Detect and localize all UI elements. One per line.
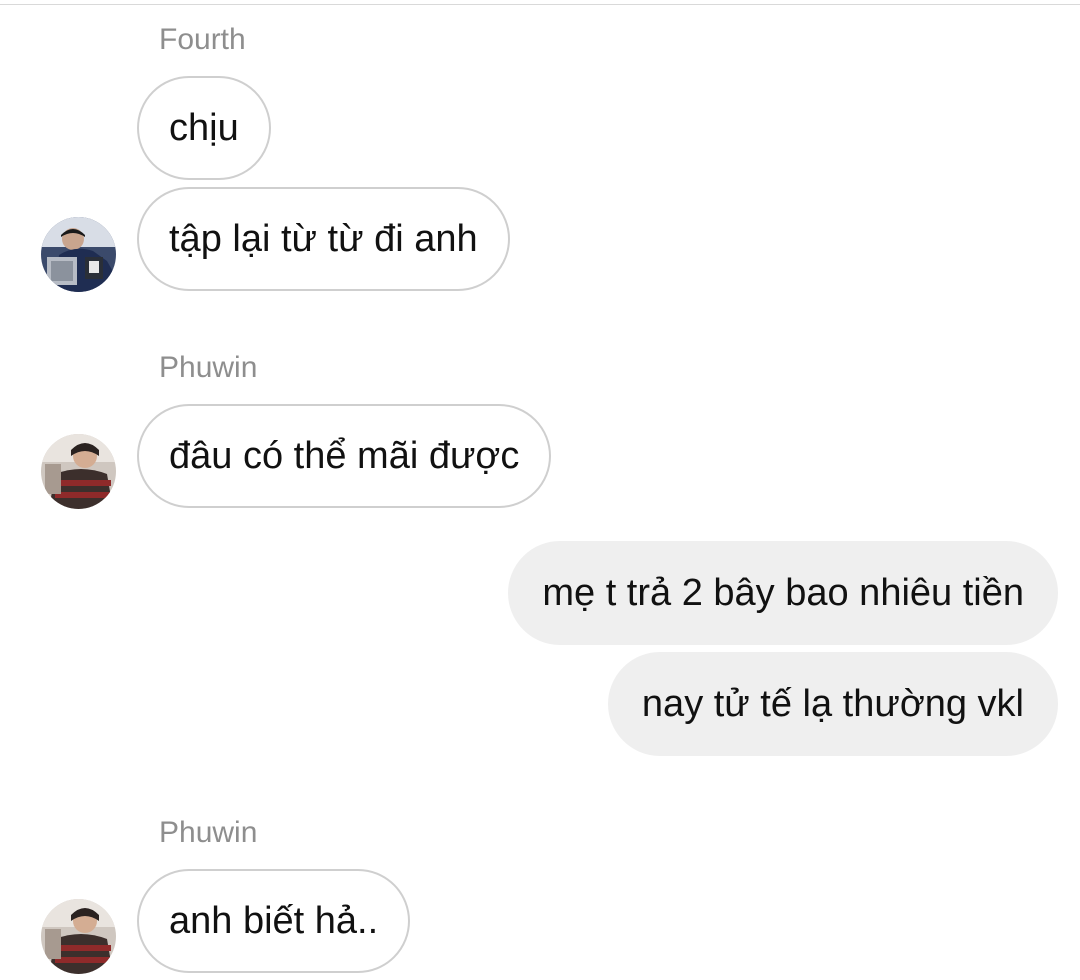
outgoing-message-bubble[interactable]: nay tử tế lạ thường vkl: [607, 652, 1058, 756]
message-bubble[interactable]: anh biết hả..: [137, 869, 411, 973]
sender-name-fourth: Fourth: [159, 23, 246, 56]
sender-name-phuwin: Phuwin: [159, 816, 258, 849]
outgoing-message-bubble[interactable]: mẹ t trả 2 bây bao nhiêu tiền: [508, 541, 1058, 645]
avatar-fourth[interactable]: [41, 217, 116, 292]
profile-photo-fourth: [41, 217, 116, 292]
top-divider: [0, 4, 1080, 5]
message-bubble[interactable]: tập lại từ từ đi anh: [137, 187, 510, 291]
avatar-phuwin[interactable]: [41, 434, 116, 509]
profile-photo-phuwin: [41, 434, 116, 509]
sender-name-phuwin: Phuwin: [159, 351, 258, 384]
avatar-phuwin[interactable]: [41, 899, 116, 974]
message-bubble[interactable]: chịu: [137, 76, 271, 180]
message-bubble[interactable]: đâu có thể mãi được: [137, 404, 552, 508]
profile-photo-phuwin: [41, 899, 116, 974]
